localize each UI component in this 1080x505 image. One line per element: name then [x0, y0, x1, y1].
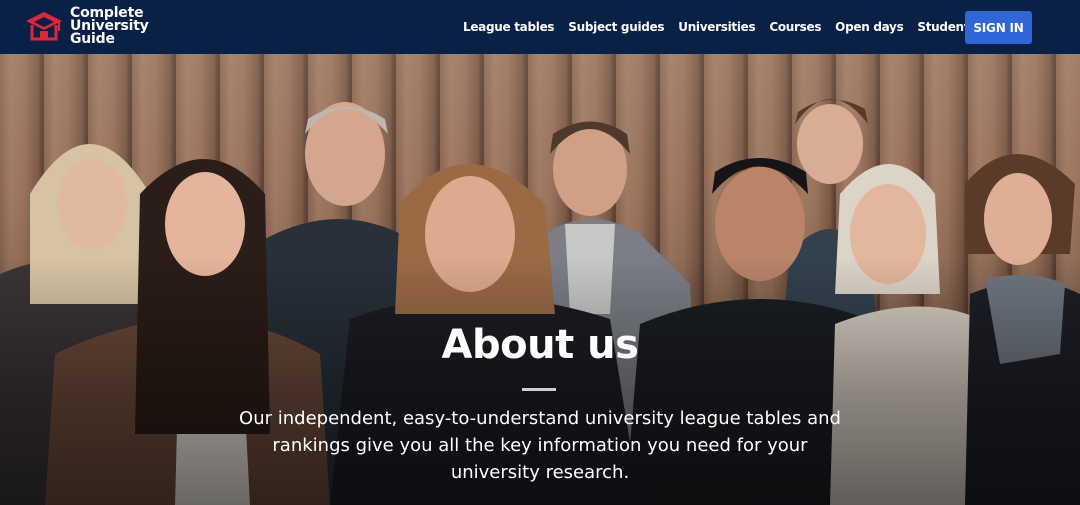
page-title: About us: [441, 322, 639, 368]
graduation-cap-house-icon: [26, 11, 62, 40]
hero-banner: About us Our independent, easy-to-unders…: [0, 54, 1080, 505]
hero-description: Our independent, easy-to-understand univ…: [239, 408, 841, 483]
nav-league-tables[interactable]: League tables: [463, 20, 555, 34]
brand-name-line3: Guide: [70, 31, 115, 47]
sign-in-button[interactable]: SIGN IN: [965, 11, 1032, 44]
title-divider: [522, 388, 556, 391]
site-header: Complete University Guide League tables …: [0, 0, 1080, 54]
nav-courses[interactable]: Courses: [769, 20, 821, 34]
nav-universities[interactable]: Universities: [678, 20, 755, 34]
brand-name: Complete University Guide: [70, 6, 149, 47]
nav-subject-guides[interactable]: Subject guides: [568, 20, 664, 34]
logo[interactable]: Complete University Guide: [24, 6, 149, 47]
main-nav: League tables Subject guides Universitie…: [463, 0, 1029, 54]
nav-open-days[interactable]: Open days: [835, 20, 904, 34]
